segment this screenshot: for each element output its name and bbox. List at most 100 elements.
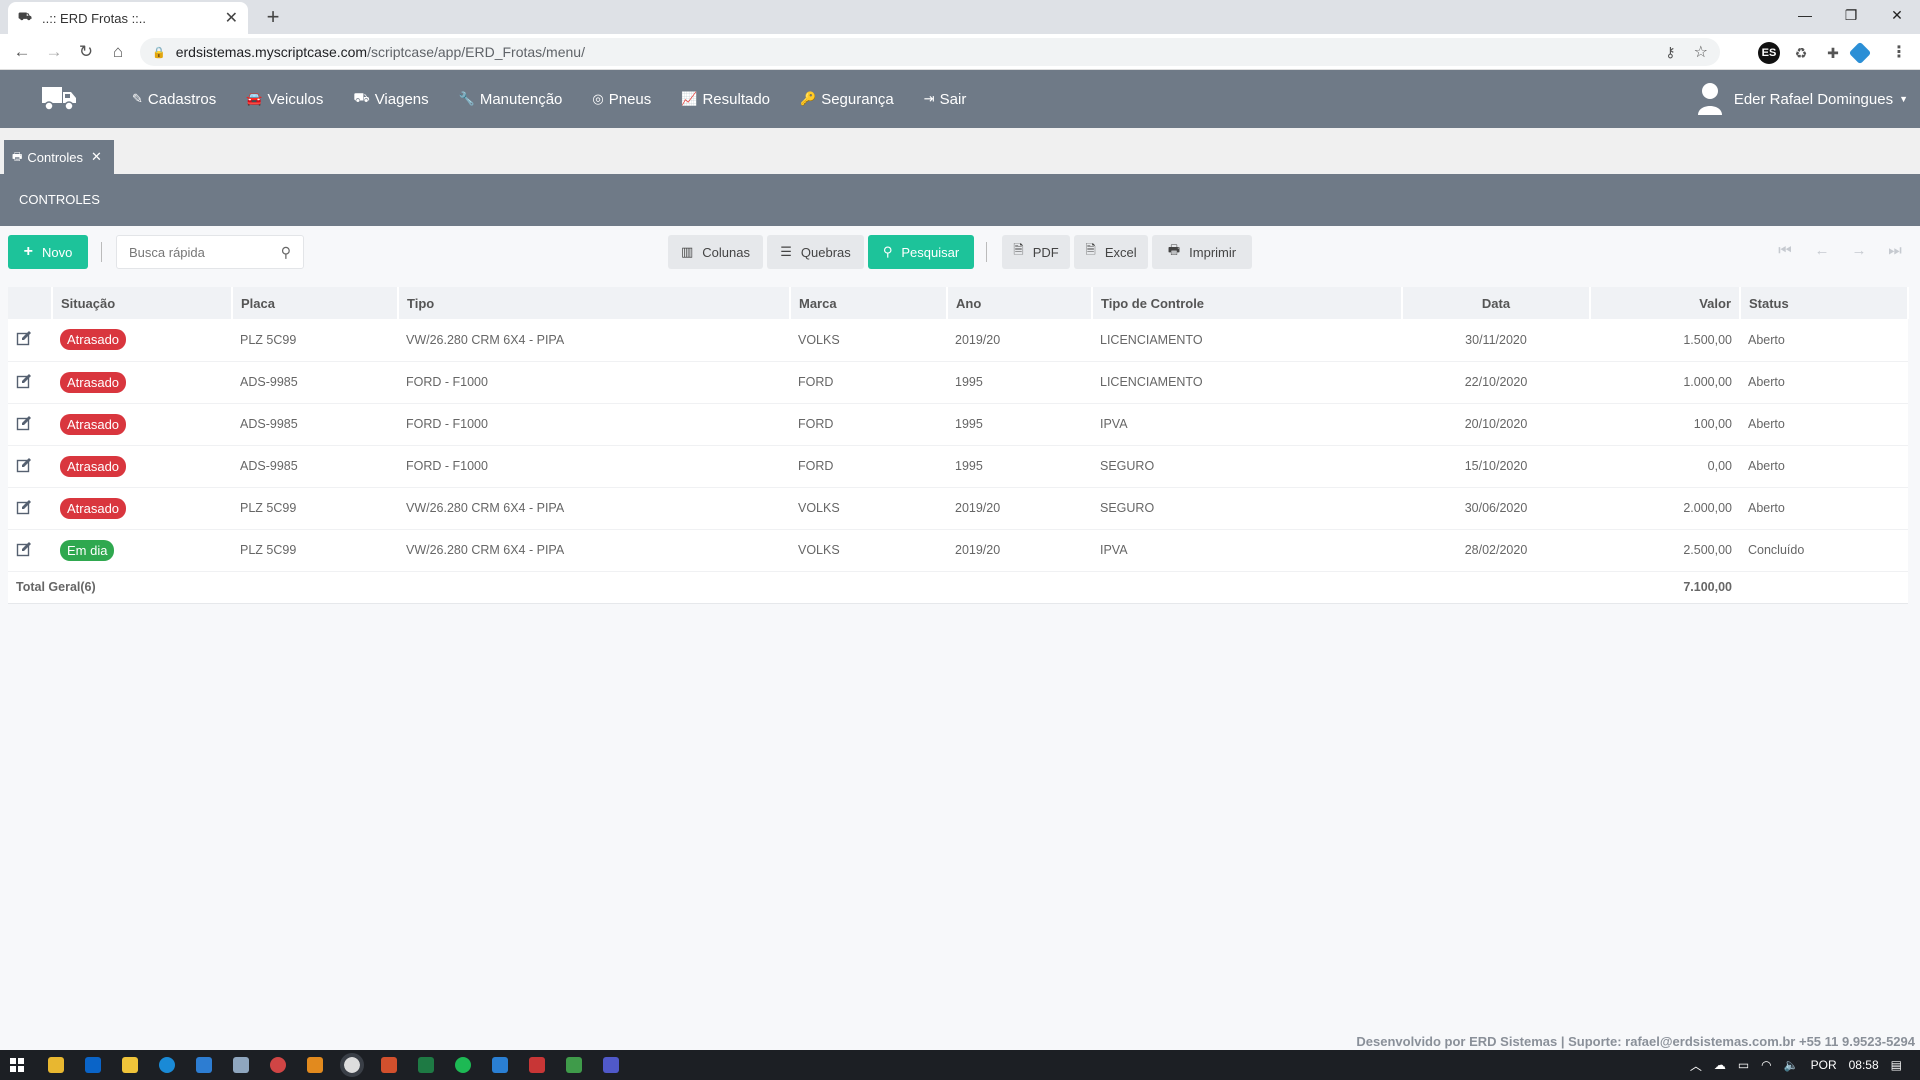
chrome-icon[interactable]	[340, 1053, 364, 1077]
tab-controles[interactable]: 🖶 Controles ✕	[4, 140, 114, 174]
prev-page-icon[interactable]: ←	[1812, 242, 1832, 259]
close-window-icon[interactable]: ✕	[1874, 0, 1920, 32]
menu-viagens[interactable]: ⛟ Viagens	[353, 90, 428, 108]
wifi-icon[interactable]: ◠	[1761, 1058, 1771, 1072]
browser-tab[interactable]: ⛟ ..:: ERD Frotas ::.. ✕	[8, 2, 248, 34]
key-icon[interactable]: ⚷	[1665, 44, 1675, 61]
table-row[interactable]: Em dia PLZ 5C99 VW/26.280 CRM 6X4 - PIPA VO…	[8, 529, 1908, 572]
back-icon[interactable]: ←	[10, 40, 34, 64]
first-page-icon[interactable]: ⏮	[1775, 242, 1795, 259]
clock[interactable]: 08:58	[1849, 1058, 1879, 1072]
extension-diamond-icon[interactable]	[1848, 41, 1872, 65]
forward-icon[interactable]: →	[42, 40, 66, 64]
lock-icon: 🔒	[152, 46, 166, 59]
new-tab-button[interactable]: +	[260, 4, 286, 30]
browser-menu-icon[interactable]: ⋮	[1888, 42, 1910, 64]
menu-label: Cadastros	[147, 90, 217, 108]
edit-record-icon[interactable]	[16, 330, 32, 346]
chevron-up-icon[interactable]: ︿	[1690, 1057, 1702, 1074]
col-situacao[interactable]: Situação	[52, 287, 233, 319]
windows-start-icon[interactable]	[10, 1058, 24, 1072]
col-valor[interactable]: Valor	[1590, 287, 1741, 319]
home-icon[interactable]: ⌂	[106, 40, 130, 64]
excel-button[interactable]: 🗎 Excel	[1074, 235, 1148, 269]
col-status[interactable]: Status	[1740, 287, 1909, 319]
cloud-icon[interactable]: ☁	[1714, 1058, 1726, 1072]
edit-record-icon[interactable]	[16, 373, 32, 389]
browser-tabstrip: ⛟ ..:: ERD Frotas ::.. ✕ + — ❐ ✕	[0, 0, 1920, 34]
search-button[interactable]: ⚲ Pesquisar	[868, 235, 974, 269]
shield-app-icon[interactable]	[529, 1057, 545, 1073]
col-tipo-controle[interactable]: Tipo de Controle	[1092, 287, 1403, 319]
sublime-icon[interactable]	[307, 1057, 323, 1073]
edit-record-icon[interactable]	[16, 415, 32, 431]
menu-cadastros[interactable]: ✎ Cadastros	[132, 91, 216, 108]
scriptcase-icon[interactable]	[381, 1057, 397, 1073]
breaks-button[interactable]: ☰ Quebras	[767, 235, 864, 269]
col-ano[interactable]: Ano	[947, 287, 1093, 319]
menu-sair[interactable]: ⇥ Sair	[924, 91, 967, 108]
menu-resultado[interactable]: 📈 Resultado	[681, 91, 770, 108]
table-row[interactable]: Atrasado PLZ 5C99 VW/26.280 CRM 6X4 - PIPA…	[8, 319, 1908, 362]
columns-button[interactable]: ▥ Colunas	[668, 235, 763, 269]
user-menu[interactable]: Eder Rafael Domingues ▼	[1696, 70, 1908, 128]
mail-icon[interactable]	[196, 1057, 212, 1073]
minimize-icon[interactable]: —	[1782, 0, 1828, 32]
table-row[interactable]: Atrasado PLZ 5C99 VW/26.280 CRM 6X4 - PIPA…	[8, 487, 1908, 530]
columns-icon: ▥	[681, 244, 694, 259]
print-button[interactable]: 🖶 Imprimir	[1152, 235, 1252, 269]
close-tab-icon[interactable]: ✕	[225, 8, 238, 28]
col-tipo[interactable]: Tipo	[398, 287, 791, 319]
app-tabstrip: 🖶 Controles ✕	[0, 128, 1920, 174]
extension-es-icon[interactable]: ES	[1758, 42, 1780, 64]
search-icon[interactable]: ⚲	[281, 244, 291, 261]
last-page-icon[interactable]: ⏭	[1885, 242, 1905, 259]
next-page-icon[interactable]: →	[1849, 242, 1869, 259]
col-data[interactable]: Data	[1402, 287, 1591, 319]
cell-status: Aberto	[1740, 487, 1908, 530]
cell-data: 20/10/2020	[1402, 403, 1590, 446]
menu-seguranca[interactable]: 🔑 Segurança	[800, 91, 894, 108]
bookmark-star-icon[interactable]: ☆	[1694, 42, 1708, 62]
reload-icon[interactable]: ↻	[74, 40, 98, 64]
menu-manutencao[interactable]: 🔧 Manutenção	[459, 91, 563, 108]
total-row: Total Geral(6) 7.100,00	[8, 571, 1908, 604]
edit-record-icon[interactable]	[16, 499, 32, 515]
edit-record-icon[interactable]	[16, 541, 32, 557]
menu-pneus[interactable]: ◎ Pneus	[592, 91, 651, 108]
excel-icon[interactable]	[418, 1057, 434, 1073]
col-placa[interactable]: Placa	[232, 287, 399, 319]
battery-icon[interactable]: ▭	[1738, 1058, 1749, 1072]
cell-ano: 2019/20	[947, 487, 1092, 530]
notifications-icon[interactable]: ▤	[1891, 1058, 1902, 1072]
spotify-icon[interactable]	[455, 1057, 471, 1073]
file-explorer-icon[interactable]	[48, 1057, 64, 1073]
table-row[interactable]: Atrasado ADS-9985 FORD - F1000 FORD 1995 IPVA…	[8, 403, 1908, 446]
sticky-folder-icon[interactable]	[122, 1057, 138, 1073]
notepad-icon[interactable]	[233, 1057, 249, 1073]
table-row[interactable]: Atrasado ADS-9985 FORD - F1000 FORD 1995 LICE…	[8, 361, 1908, 404]
app-icon-red[interactable]	[270, 1057, 286, 1073]
truck-logo-icon[interactable]	[40, 82, 78, 114]
edit-record-icon[interactable]	[16, 457, 32, 473]
close-tab-icon[interactable]: ✕	[91, 149, 102, 165]
url-host: erdsistemas.myscriptcase.com	[175, 44, 368, 60]
cell-tipo: VW/26.280 CRM 6X4 - PIPA	[398, 319, 790, 362]
col-marca[interactable]: Marca	[790, 287, 948, 319]
menu-veiculos[interactable]: 🚘 Veiculos	[246, 91, 323, 108]
extensions-puzzle-icon[interactable]: ✚	[1822, 42, 1844, 64]
edge-icon[interactable]	[159, 1057, 175, 1073]
outlook-icon[interactable]	[85, 1057, 101, 1073]
new-button[interactable]: + Novo	[8, 235, 88, 269]
table-row[interactable]: Atrasado ADS-9985 FORD - F1000 FORD 1995 SEGU…	[8, 445, 1908, 488]
pdf-button[interactable]: 🗎 PDF	[1002, 235, 1070, 269]
volume-icon[interactable]: 🔈	[1784, 1058, 1799, 1072]
spreadsheet-icon[interactable]	[566, 1057, 582, 1073]
extension-recycle-icon[interactable]: ♻	[1790, 42, 1812, 64]
restore-icon[interactable]: ❐	[1828, 0, 1874, 32]
quick-search-input[interactable]	[129, 244, 269, 260]
teams-icon[interactable]	[603, 1057, 619, 1073]
url-input[interactable]: 🔒 erdsistemas.myscriptcase.com/scriptcas…	[140, 38, 1720, 66]
language-indicator[interactable]: POR	[1811, 1058, 1837, 1072]
word-doc-icon[interactable]	[492, 1057, 508, 1073]
